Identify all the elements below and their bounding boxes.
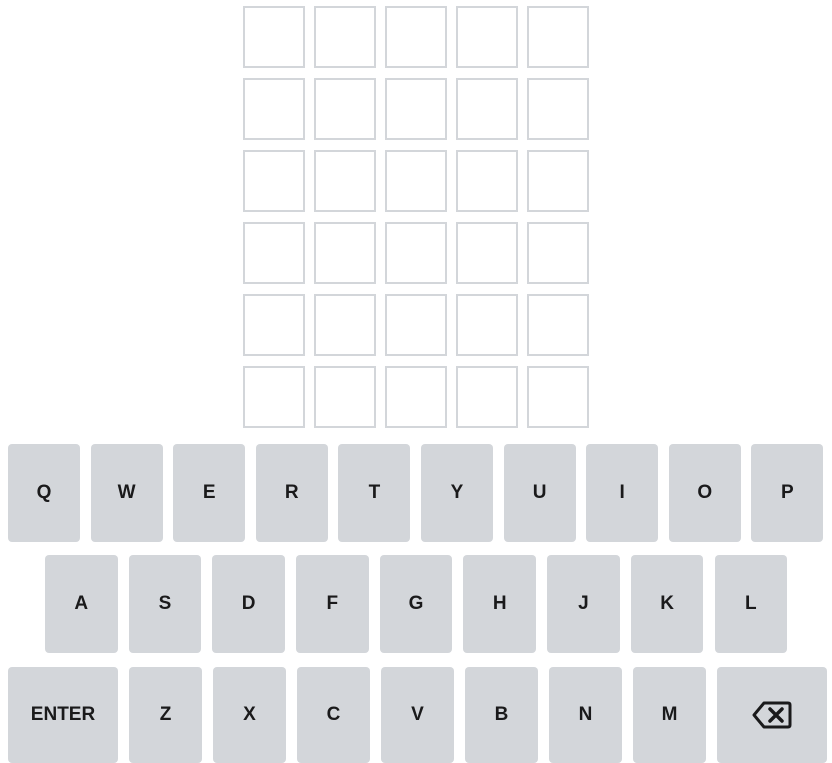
board-tile [314, 366, 376, 428]
key-f[interactable]: F [296, 555, 369, 653]
key-w[interactable]: W [90, 444, 163, 542]
board-tile [243, 150, 305, 212]
board-tile [456, 78, 518, 140]
board-tile [527, 6, 589, 68]
board-tile [456, 222, 518, 284]
board-tile [314, 78, 376, 140]
board-tile [456, 366, 518, 428]
backspace-key[interactable] [717, 667, 827, 763]
board-tile [385, 294, 447, 356]
backspace-icon [752, 700, 792, 730]
board-tile [527, 294, 589, 356]
board-tile [456, 150, 518, 212]
key-c[interactable]: C [297, 667, 370, 763]
board-tile [243, 6, 305, 68]
board-tile [243, 222, 305, 284]
key-z[interactable]: Z [129, 667, 202, 763]
key-s[interactable]: S [128, 555, 202, 653]
key-b[interactable]: B [465, 667, 538, 763]
key-p[interactable]: P [751, 444, 824, 542]
board-tile [456, 6, 518, 68]
board-tile [314, 6, 376, 68]
enter-key[interactable]: ENTER [8, 667, 118, 763]
keyboard-row-2: ASDFGHJKL [45, 555, 787, 653]
key-u[interactable]: U [503, 444, 576, 542]
key-e[interactable]: E [173, 444, 246, 542]
key-g[interactable]: G [379, 555, 453, 653]
board-tile [314, 222, 376, 284]
game-board [243, 6, 589, 428]
board-tile [527, 78, 589, 140]
keyboard-row-3: ENTER ZXCVBNM [8, 667, 827, 763]
key-a[interactable]: A [45, 555, 118, 653]
key-l[interactable]: L [714, 555, 787, 653]
key-k[interactable]: K [630, 555, 704, 653]
game-page: QWERTYUIOP ASDFGHJKL ENTER ZXCVBNM [0, 0, 832, 763]
keyboard-row-1: QWERTYUIOP [8, 444, 824, 542]
board-tile [385, 78, 447, 140]
key-t[interactable]: T [338, 444, 411, 542]
board-tile [527, 222, 589, 284]
board-tile [385, 6, 447, 68]
key-j[interactable]: J [547, 555, 620, 653]
key-i[interactable]: I [586, 444, 659, 542]
board-tile [527, 366, 589, 428]
board-tile [385, 150, 447, 212]
key-q[interactable]: Q [8, 444, 80, 542]
key-o[interactable]: O [668, 444, 741, 542]
key-r[interactable]: R [255, 444, 328, 542]
board-tile [385, 222, 447, 284]
board-tile [527, 150, 589, 212]
board-tile [314, 294, 376, 356]
key-y[interactable]: Y [420, 444, 493, 542]
key-v[interactable]: V [381, 667, 454, 763]
key-d[interactable]: D [212, 555, 285, 653]
board-tile [243, 366, 305, 428]
board-tile [243, 294, 305, 356]
board-tile [314, 150, 376, 212]
board-tile [243, 78, 305, 140]
key-m[interactable]: M [633, 667, 706, 763]
board-tile [385, 366, 447, 428]
key-h[interactable]: H [463, 555, 536, 653]
key-x[interactable]: X [213, 667, 286, 763]
board-tile [456, 294, 518, 356]
key-n[interactable]: N [549, 667, 622, 763]
